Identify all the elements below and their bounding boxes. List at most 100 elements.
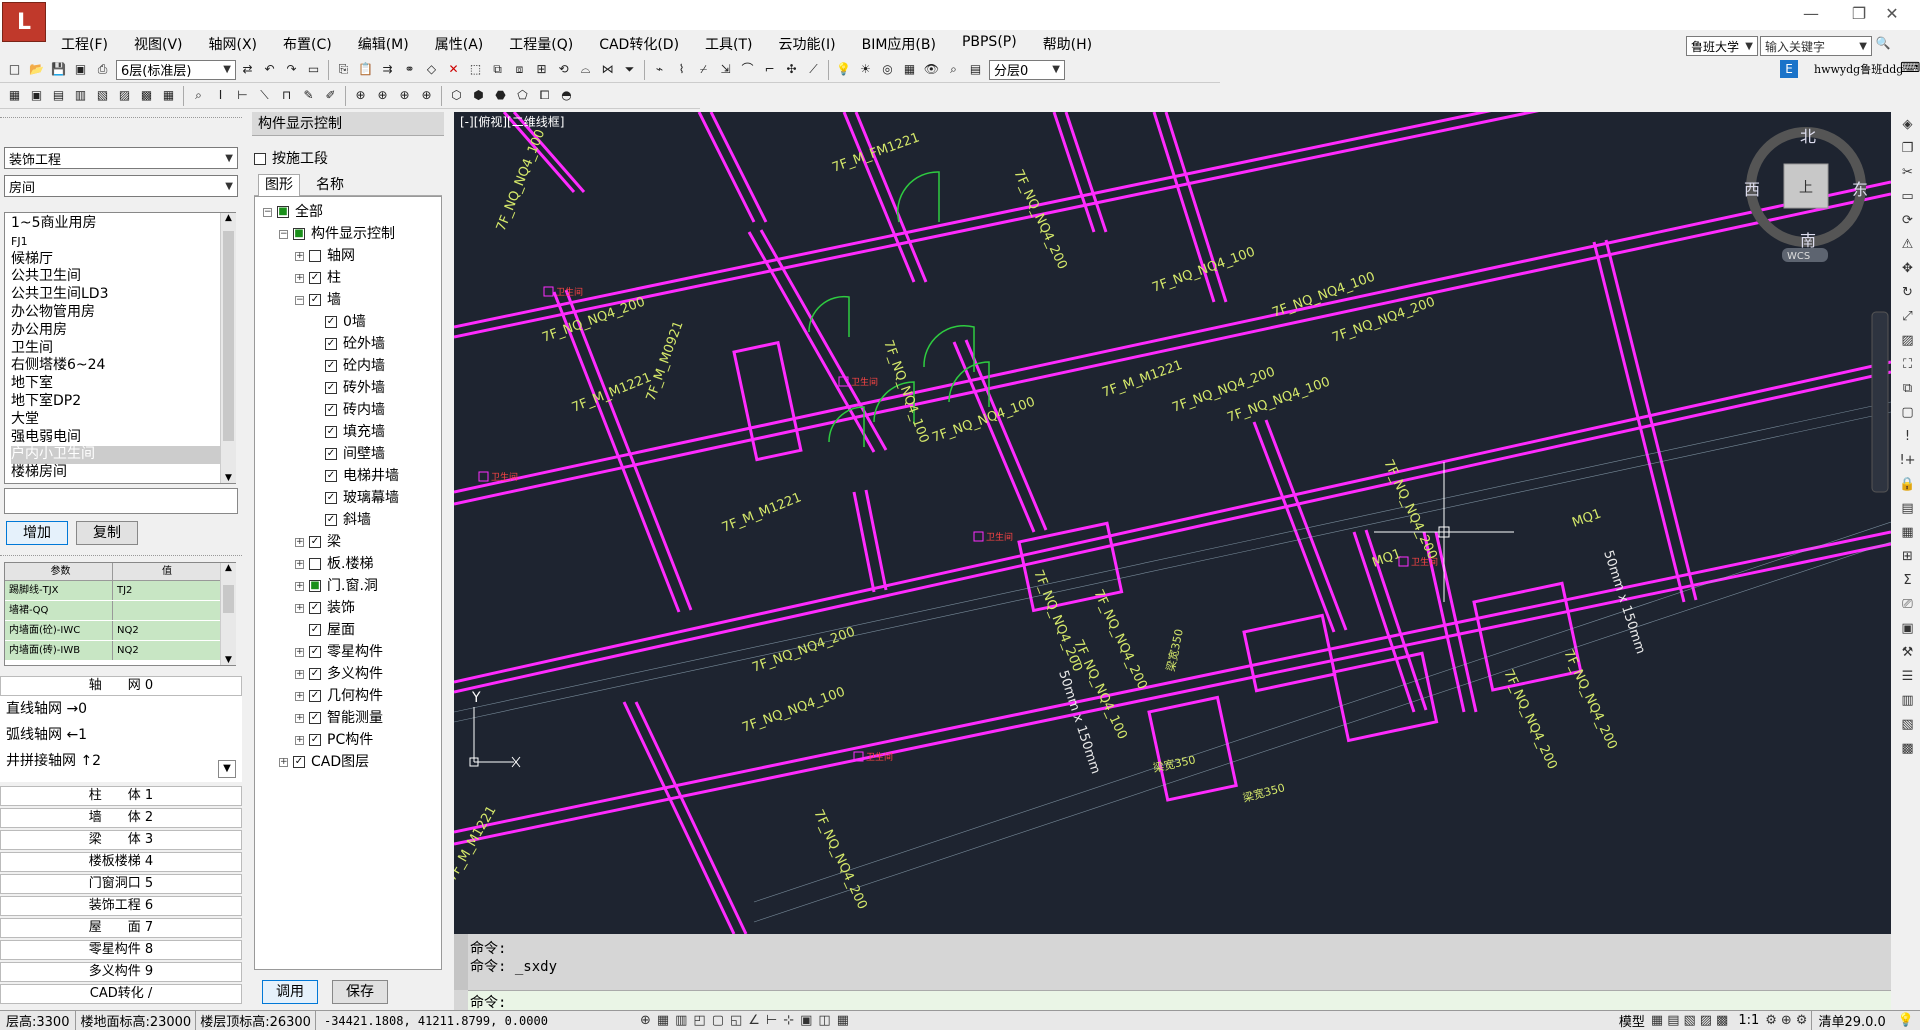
room-list-scrollbar[interactable]: ▲ ▼ <box>220 213 236 483</box>
redo-icon[interactable]: ↷ <box>281 59 302 80</box>
tree-checkbox[interactable]: ✓ <box>309 536 321 548</box>
tree-checkbox[interactable]: ■ <box>277 206 289 218</box>
undo-icon[interactable]: ↶ <box>259 59 280 80</box>
warn-icon[interactable]: ⚠ <box>1897 234 1918 256</box>
view-3d-4-icon[interactable]: ⬠ <box>512 85 533 106</box>
copy-button[interactable]: 复制 <box>76 521 138 545</box>
annotation-scale[interactable]: 1:1 <box>1732 1013 1765 1028</box>
tree-node[interactable]: + ✓ 几何构件 <box>295 685 383 707</box>
orbit-icon[interactable]: ⟳ <box>1897 210 1918 232</box>
gallery-icon[interactable]: ▭ <box>1897 186 1918 208</box>
grid-toggle-icon[interactable]: ▦ <box>4 85 25 106</box>
scroll-down-icon[interactable]: ▼ <box>221 473 236 483</box>
axis-item[interactable]: 直线轴网 →0 <box>0 696 242 722</box>
view-3d-5-icon[interactable]: ⧠ <box>534 85 555 106</box>
param-row[interactable]: 踢脚线-TJX TJ2 <box>5 581 235 601</box>
tree-node[interactable]: + ✓ PC构件 <box>295 729 373 751</box>
break-icon[interactable]: ⌿ <box>693 59 714 80</box>
expand-icon[interactable]: + <box>295 647 304 657</box>
exclaim-plus-icon[interactable]: !+ <box>1897 450 1918 472</box>
tree-node[interactable]: + 轴网 <box>295 245 355 267</box>
tree-node[interactable]: − ✓ 墙 <box>295 289 341 311</box>
tree-node[interactable]: ✓ 砼内墙 <box>311 355 385 377</box>
tree-node[interactable]: ✓ 砼外墙 <box>311 333 385 355</box>
room-list-item[interactable]: 强电弱电间 <box>11 429 229 447</box>
room-list-item[interactable]: 卫生间 <box>11 340 229 358</box>
cad-label[interactable]: 7F_M_M0921 <box>644 319 687 403</box>
room-list-item[interactable]: 楼梯房间 <box>11 464 229 482</box>
room-marker-icon[interactable] <box>973 531 984 542</box>
layout-4-icon[interactable]: ▧ <box>92 85 113 106</box>
snap-mode-icons[interactable]: ⊕▦▥◰▢◱∠⊢⊹▣◫▦ <box>640 1013 855 1028</box>
view-3d-6-icon[interactable]: ◓ <box>556 85 577 106</box>
tree-node[interactable]: − ■ 全部 <box>263 201 323 223</box>
delete-icon[interactable]: ✕ <box>443 59 464 80</box>
axis-list[interactable]: 直线轴网 →0 弧线轴网 ←1 井拼接轴网 ↑2 <box>0 696 242 782</box>
fillet-icon[interactable]: ⌒ <box>737 59 758 80</box>
extend-icon[interactable]: ⌇ <box>671 59 692 80</box>
cad-label[interactable]: 7F_NQ_NQ4_100 <box>740 685 847 736</box>
tree-node[interactable]: + ✓ 智能测量 <box>295 707 383 729</box>
tree-checkbox[interactable]: ✓ <box>309 294 321 306</box>
cad-label[interactable]: 7F_M_FM1221 <box>830 130 921 175</box>
component-icon[interactable]: ▦ <box>899 59 920 80</box>
navigation-bar[interactable] <box>1871 311 1889 493</box>
snap-3-icon[interactable]: ⊕ <box>394 85 415 106</box>
category-button[interactable]: 多义构件 9 <box>0 962 242 982</box>
menu-item-1[interactable]: 视图(V) <box>121 30 196 56</box>
cad-drawing[interactable]: Y [-][俯视][二维线框] 北 南 东 西 上 WCS 7F_NQ_NQ4_… <box>454 112 1891 934</box>
binoculars-icon[interactable]: ⛶ <box>1897 354 1918 376</box>
lightbulb-status-icon[interactable]: 💡 <box>1892 1013 1920 1028</box>
expand-icon[interactable]: + <box>295 735 304 745</box>
panel-grip[interactable] <box>0 112 242 118</box>
scale-icon[interactable]: ⤢ <box>1897 306 1918 328</box>
room-name-input[interactable] <box>4 488 238 514</box>
move-icon-right[interactable]: ✥ <box>1897 258 1918 280</box>
param-row[interactable]: 墙裙-QQ <box>5 601 235 621</box>
tree-node[interactable]: + ✓ 柱 <box>295 267 341 289</box>
snap-1-icon[interactable]: ⊕ <box>350 85 371 106</box>
tree-checkbox[interactable]: ✓ <box>325 338 337 350</box>
tree-node[interactable]: + ■ 门.窗.洞 <box>295 575 378 597</box>
menu-item-12[interactable]: 帮助(H) <box>1030 30 1105 56</box>
tree-node[interactable]: + ✓ 多义构件 <box>295 663 383 685</box>
table-icon[interactable]: ▦ <box>1897 522 1918 544</box>
menu-item-5[interactable]: 属性(A) <box>422 30 497 56</box>
tree-checkbox[interactable]: ✓ <box>309 646 321 658</box>
exclaim-icon[interactable]: ! <box>1897 426 1918 448</box>
param-value[interactable]: NQ2 <box>113 641 217 660</box>
user-badge[interactable]: E <box>1780 60 1798 78</box>
move-icon[interactable]: ⬚ <box>465 59 486 80</box>
measure-section-checkbox[interactable]: 按施工段 <box>254 148 328 168</box>
room-list-item[interactable]: 右侧塔楼6~24 <box>11 357 229 375</box>
cut-icon[interactable]: ✂ <box>1897 162 1918 184</box>
workspace-icons[interactable]: ⚙⊕⚙ <box>1765 1013 1811 1028</box>
view-icon[interactable]: ◎ <box>877 59 898 80</box>
layer-select[interactable]: 分层0 ▼ <box>989 59 1065 80</box>
axis-section-button[interactable]: 轴 网 0 <box>0 676 242 696</box>
tree-checkbox[interactable] <box>309 558 321 570</box>
filter-icon[interactable]: ⏷ <box>619 59 640 80</box>
tree-checkbox[interactable]: ■ <box>293 228 305 240</box>
expand-icon[interactable]: + <box>279 757 288 767</box>
expand-icon[interactable]: − <box>295 295 304 305</box>
tree-checkbox[interactable]: ✓ <box>325 316 337 328</box>
axis-item[interactable]: 井拼接轴网 ↑2 <box>0 748 242 774</box>
save-icon[interactable]: 💾 <box>48 59 69 80</box>
compass-top[interactable]: 上 <box>1799 180 1813 196</box>
tree-checkbox[interactable]: ✓ <box>325 470 337 482</box>
tree-node[interactable]: ✓ 玻璃幕墙 <box>311 487 399 509</box>
stretch-icon[interactable]: ⇲ <box>715 59 736 80</box>
menu-item-4[interactable]: 编辑(M) <box>345 30 422 56</box>
model-tab[interactable]: 模型 <box>1613 1011 1651 1030</box>
list-icon[interactable]: ☰ <box>1897 666 1918 688</box>
expand-icon[interactable]: − <box>263 207 272 217</box>
eye-icon[interactable]: 👁 <box>921 59 942 80</box>
copy-object-icon[interactable]: ⧉ <box>487 59 508 80</box>
category-button[interactable]: 装饰工程 6 <box>0 896 242 916</box>
tree-node[interactable]: ✓ 填充墙 <box>311 421 385 443</box>
print-preview-icon[interactable]: ⎙ <box>92 59 113 80</box>
minimize-icon[interactable]: — <box>1799 4 1823 24</box>
trim-icon[interactable]: ⌁ <box>649 59 670 80</box>
wcs-label[interactable]: WCS <box>1787 251 1810 262</box>
